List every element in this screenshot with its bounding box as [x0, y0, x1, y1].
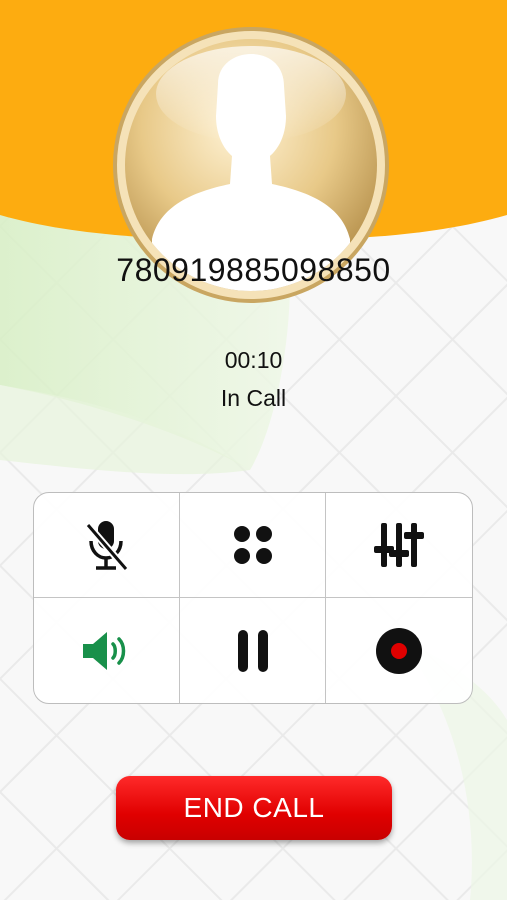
- microphone-muted-icon: [84, 521, 129, 572]
- speaker-button[interactable]: [34, 598, 180, 703]
- keypad-button[interactable]: [180, 493, 326, 598]
- hold-button[interactable]: [180, 598, 326, 703]
- call-duration: 00:10: [224, 347, 283, 373]
- sliders-icon: [374, 523, 424, 567]
- speaker-icon: [82, 631, 125, 670]
- record-button[interactable]: [326, 598, 472, 703]
- pause-icon: [237, 629, 268, 672]
- mute-button[interactable]: [34, 493, 180, 598]
- end-call-button[interactable]: END CALL: [116, 776, 392, 840]
- caller-number: 780919885098850: [116, 252, 391, 288]
- record-icon: [376, 627, 422, 674]
- dialpad-dots-icon: [233, 526, 272, 564]
- equalizer-button[interactable]: [326, 493, 472, 598]
- call-controls-panel: [33, 492, 473, 704]
- call-status: In Call: [220, 385, 287, 411]
